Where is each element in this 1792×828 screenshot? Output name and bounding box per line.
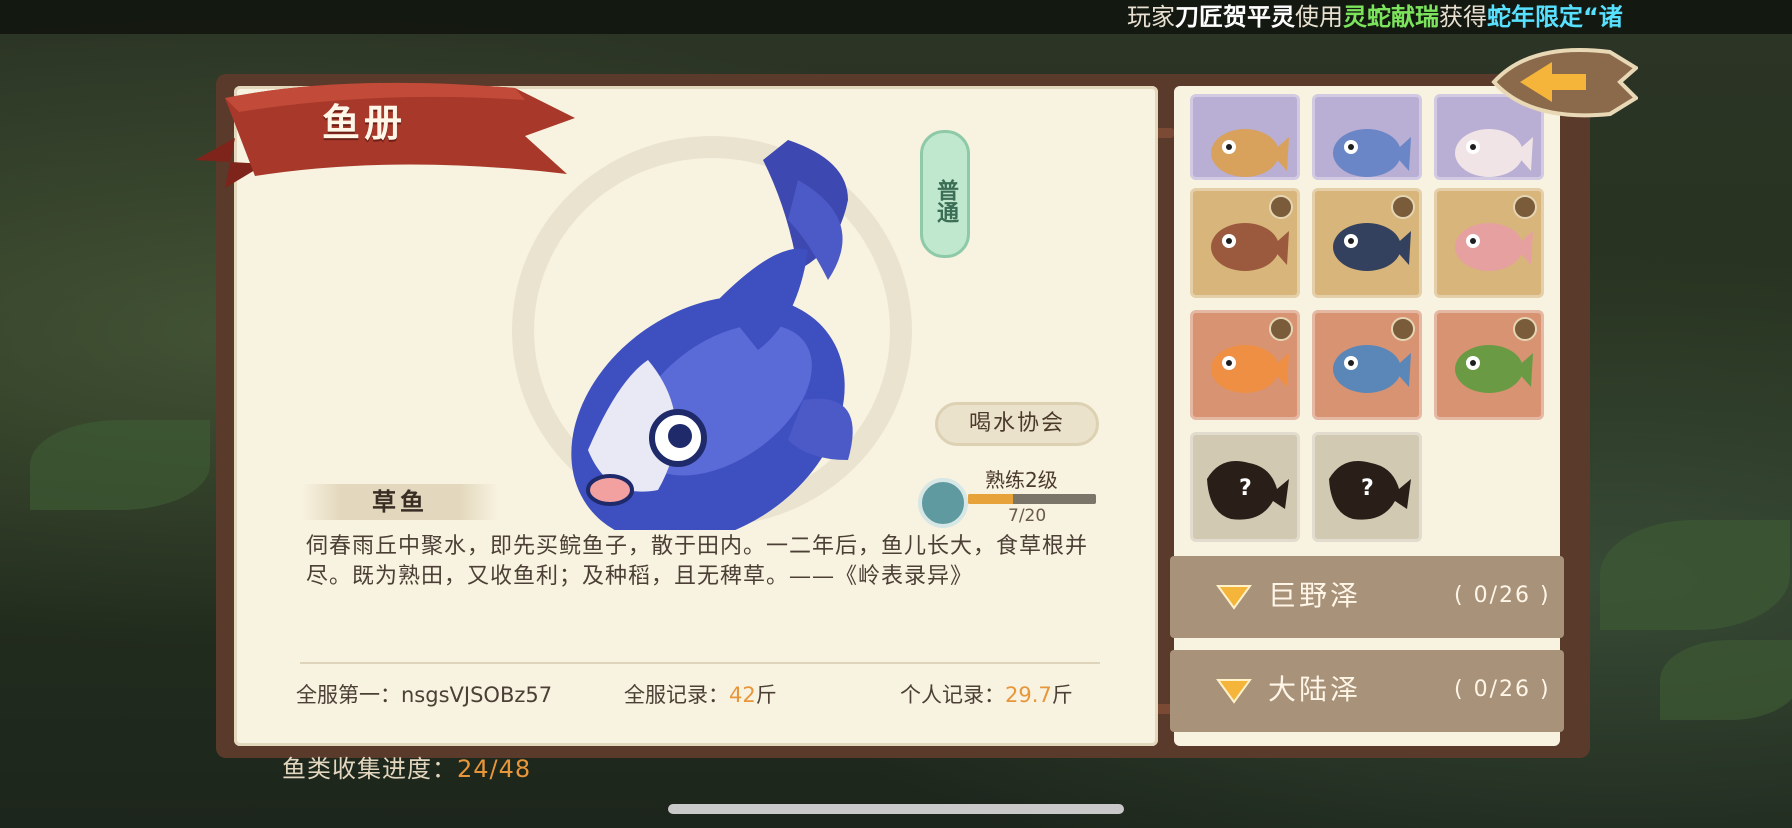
personal-record-value: 29.7 <box>1005 683 1052 707</box>
divider <box>300 662 1100 664</box>
ticker-gain: 获得 <box>1439 3 1487 31</box>
broadcast-text: 玩家刀匠贺平灵使用灵蛇献瑞获得蛇年限定“诸 <box>1127 0 1623 34</box>
view-icon[interactable] <box>1269 195 1293 219</box>
association-button[interactable]: 喝水协会 <box>935 402 1099 446</box>
unknown-fish-icon: ? <box>1329 461 1411 520</box>
ticker-item: 灵蛇献瑞 <box>1343 3 1439 31</box>
proficiency-level: 熟练2级 <box>985 468 1058 492</box>
rarity-badge: 普通 <box>920 130 970 258</box>
fish-slot[interactable]: ? <box>1190 432 1300 542</box>
server-record-unit: 斤 <box>755 683 777 707</box>
proficiency-bar-fill <box>968 494 1013 504</box>
server-first-label: 全服第一： <box>296 683 401 707</box>
home-indicator[interactable] <box>668 804 1124 814</box>
server-first-value: nsgsVJSOBz57 <box>401 683 553 707</box>
ticker-action: 使用 <box>1295 3 1343 31</box>
lily-pad <box>1600 520 1790 630</box>
unknown-mark: ? <box>1239 476 1252 501</box>
fish-slot[interactable]: ? <box>1312 432 1422 542</box>
personal-record: 个人记录：29.7斤 <box>900 680 1073 710</box>
server-record-label: 全服记录： <box>624 683 729 707</box>
personal-record-unit: 斤 <box>1051 683 1073 707</box>
region-name: 大陆泽 <box>1268 673 1362 706</box>
collection-label: 鱼类收集进度： <box>282 755 457 783</box>
lily-pad <box>30 420 210 510</box>
ticker-prefix: 玩家 <box>1127 3 1175 31</box>
region-count: ( 0/26 ) <box>1454 677 1551 702</box>
ticker-reward: 蛇年限定“诸 <box>1487 3 1623 31</box>
view-icon[interactable] <box>1513 317 1537 341</box>
fish-slot[interactable] <box>1190 188 1300 298</box>
book-title: 鱼册 <box>322 100 407 145</box>
fish-name: 草鱼 <box>372 488 428 516</box>
proficiency-fish-icon <box>918 478 968 528</box>
fish-red-lips-icon <box>1211 129 1289 177</box>
fish-slot[interactable] <box>1312 94 1422 180</box>
view-icon[interactable] <box>1391 317 1415 341</box>
fish-blue-shark-icon <box>1333 129 1411 177</box>
fish-description: 伺春雨丘中聚水，即先买鲩鱼子，散于田内。一二年后，鱼儿长大，食草根并尽。既为熟田… <box>306 534 1089 589</box>
fish-slot[interactable] <box>1434 188 1544 298</box>
server-record-value: 42 <box>729 683 756 707</box>
back-button[interactable] <box>1490 38 1638 124</box>
region-name: 巨野泽 <box>1268 579 1362 612</box>
fish-slot[interactable] <box>1312 310 1422 420</box>
unknown-mark: ? <box>1361 476 1374 501</box>
fish-slot[interactable] <box>1312 188 1422 298</box>
collection-progress: 鱼类收集进度：24/48 <box>282 752 531 786</box>
fish-slot[interactable] <box>1190 310 1300 420</box>
view-icon[interactable] <box>1391 195 1415 219</box>
personal-record-label: 个人记录： <box>900 683 1005 707</box>
chevron-down-icon <box>1216 585 1252 610</box>
view-icon[interactable] <box>1269 317 1293 341</box>
server-record: 全服记录：42斤 <box>624 680 777 710</box>
chevron-down-icon <box>1216 679 1252 704</box>
proficiency-count: 7/20 <box>1008 506 1047 526</box>
lily-pad <box>1660 640 1792 720</box>
proficiency-bar <box>968 494 1096 504</box>
ticker-player: 刀匠贺平灵 <box>1175 3 1295 31</box>
region-count: ( 0/26 ) <box>1454 583 1551 608</box>
unknown-fish-icon: ? <box>1207 461 1289 520</box>
collection-value: 24/48 <box>457 755 532 783</box>
broadcast-banner: 玩家刀匠贺平灵使用灵蛇献瑞获得蛇年限定“诸 <box>0 0 1792 34</box>
grass-carp-icon <box>571 140 853 530</box>
fish-slot[interactable] <box>1434 310 1544 420</box>
fish-slot[interactable] <box>1190 94 1300 180</box>
view-icon[interactable] <box>1513 195 1537 219</box>
server-first: 全服第一：nsgsVJSOBz57 <box>296 680 552 710</box>
